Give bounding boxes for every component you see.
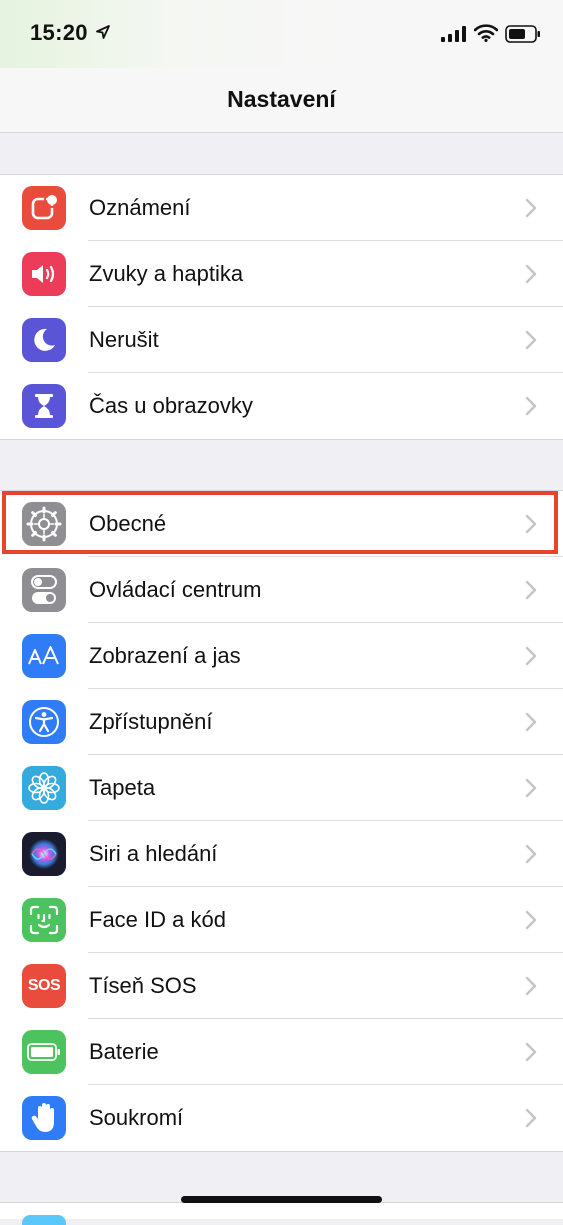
hourglass-icon — [22, 384, 66, 428]
settings-row-sounds[interactable]: Zvuky a haptika — [0, 241, 563, 307]
settings-group-3-peek — [0, 1202, 563, 1225]
settings-row-privacy[interactable]: Soukromí — [0, 1085, 563, 1151]
wifi-icon — [474, 24, 498, 42]
sos-icon: SOS — [22, 964, 66, 1008]
chevron-right-icon — [525, 330, 537, 350]
settings-row-label: Nerušit — [89, 327, 159, 352]
settings-row-label: Baterie — [89, 1039, 159, 1064]
speaker-icon — [22, 252, 66, 296]
chevron-right-icon — [525, 778, 537, 798]
status-bar: 15:20 — [0, 0, 563, 68]
settings-row-label: Oznámení — [89, 195, 191, 220]
chevron-right-icon — [525, 646, 537, 666]
chevron-right-icon — [525, 580, 537, 600]
cellular-signal-icon — [441, 26, 466, 42]
battery-status-icon — [505, 25, 540, 43]
toggles-icon — [22, 568, 66, 612]
settings-row-label: Zobrazení a jas — [89, 643, 241, 668]
gear-icon — [22, 502, 66, 546]
settings-row-battery[interactable]: Baterie — [0, 1019, 563, 1085]
siri-icon — [22, 832, 66, 876]
settings-row-accessibility[interactable]: Zpřístupnění — [0, 689, 563, 755]
settings-row-wallpaper[interactable]: Tapeta — [0, 755, 563, 821]
settings-group-2: Obecné Ovládací centrum Zobrazení a jas — [0, 490, 563, 1152]
settings-row-label: Ovládací centrum — [89, 577, 262, 602]
location-arrow-icon — [96, 25, 110, 39]
chevron-right-icon — [525, 198, 537, 218]
settings-group-1: Oznámení Zvuky a haptika Nerušit Čas u o… — [0, 174, 563, 440]
text-size-icon — [22, 634, 66, 678]
status-time: 15:20 — [30, 20, 88, 45]
settings-row-siri[interactable]: Siri a hledání — [0, 821, 563, 887]
partial-app-icon — [22, 1215, 66, 1225]
settings-row-face-id[interactable]: Face ID a kód — [0, 887, 563, 953]
chevron-right-icon — [525, 514, 537, 534]
battery-icon — [22, 1030, 66, 1074]
settings-row-label: Zvuky a haptika — [89, 261, 244, 286]
chevron-right-icon — [525, 712, 537, 732]
settings-row-label: Zpřístupnění — [89, 709, 213, 734]
settings-row-emergency-sos[interactable]: SOS Tíseň SOS — [0, 953, 563, 1019]
accessibility-icon — [22, 700, 66, 744]
chevron-right-icon — [525, 910, 537, 930]
settings-row-control-center[interactable]: Ovládací centrum — [0, 557, 563, 623]
settings-row-general[interactable]: Obecné — [0, 491, 563, 557]
settings-row-label: Soukromí — [89, 1105, 184, 1130]
settings-row-label: Tíseň SOS — [89, 973, 197, 998]
chevron-right-icon — [525, 264, 537, 284]
chevron-right-icon — [525, 1042, 537, 1062]
settings-row-notifications[interactable]: Oznámení — [0, 175, 563, 241]
settings-row-label: Siri a hledání — [89, 841, 218, 866]
home-indicator[interactable] — [181, 1196, 382, 1203]
sos-icon-text: SOS — [27, 977, 61, 994]
notifications-icon — [22, 186, 66, 230]
settings-row-label: Tapeta — [89, 775, 156, 800]
settings-row-label: Face ID a kód — [89, 907, 226, 932]
settings-row-label: Čas u obrazovky — [89, 393, 253, 418]
chevron-right-icon — [525, 976, 537, 996]
face-id-icon — [22, 898, 66, 942]
settings-row-label: Obecné — [89, 511, 167, 536]
chevron-right-icon — [525, 396, 537, 416]
flower-icon — [22, 766, 66, 810]
navigation-bar: Nastavení — [0, 68, 563, 133]
settings-row-do-not-disturb[interactable]: Nerušit — [0, 307, 563, 373]
chevron-right-icon — [525, 1108, 537, 1128]
page-title: Nastavení — [227, 86, 336, 112]
hand-icon — [22, 1096, 66, 1140]
settings-row-screen-time[interactable]: Čas u obrazovky — [0, 373, 563, 439]
settings-row-display[interactable]: Zobrazení a jas — [0, 623, 563, 689]
moon-icon — [22, 318, 66, 362]
chevron-right-icon — [525, 844, 537, 864]
